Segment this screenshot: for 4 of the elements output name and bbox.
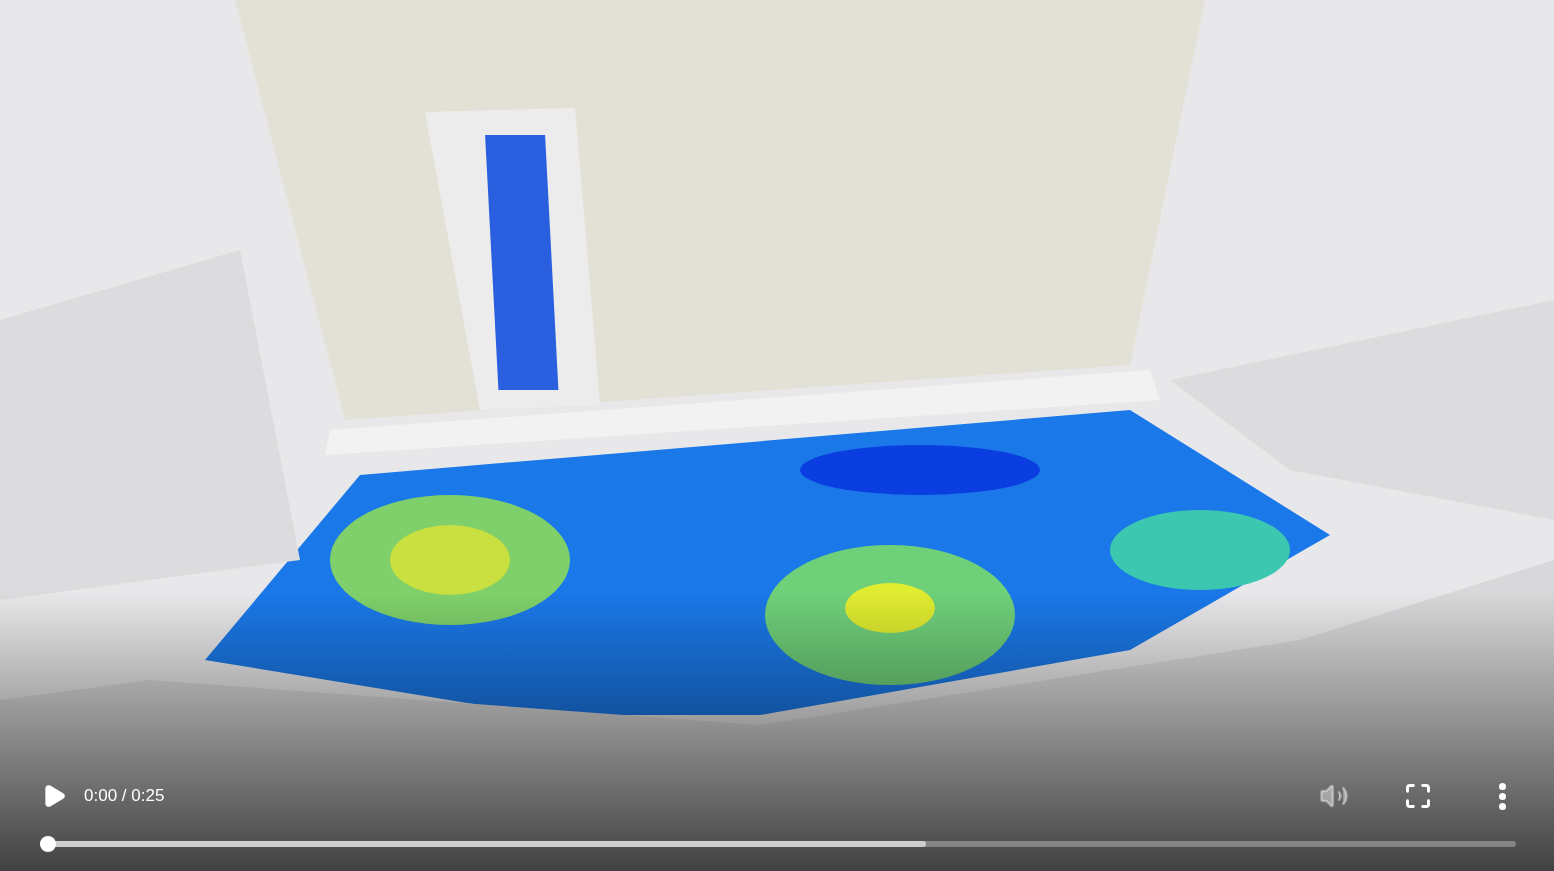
- progress-slider[interactable]: [40, 836, 1516, 852]
- more-icon: [1498, 782, 1506, 810]
- fullscreen-icon: [1404, 782, 1432, 810]
- time-display: 0:00 / 0:25: [84, 785, 165, 808]
